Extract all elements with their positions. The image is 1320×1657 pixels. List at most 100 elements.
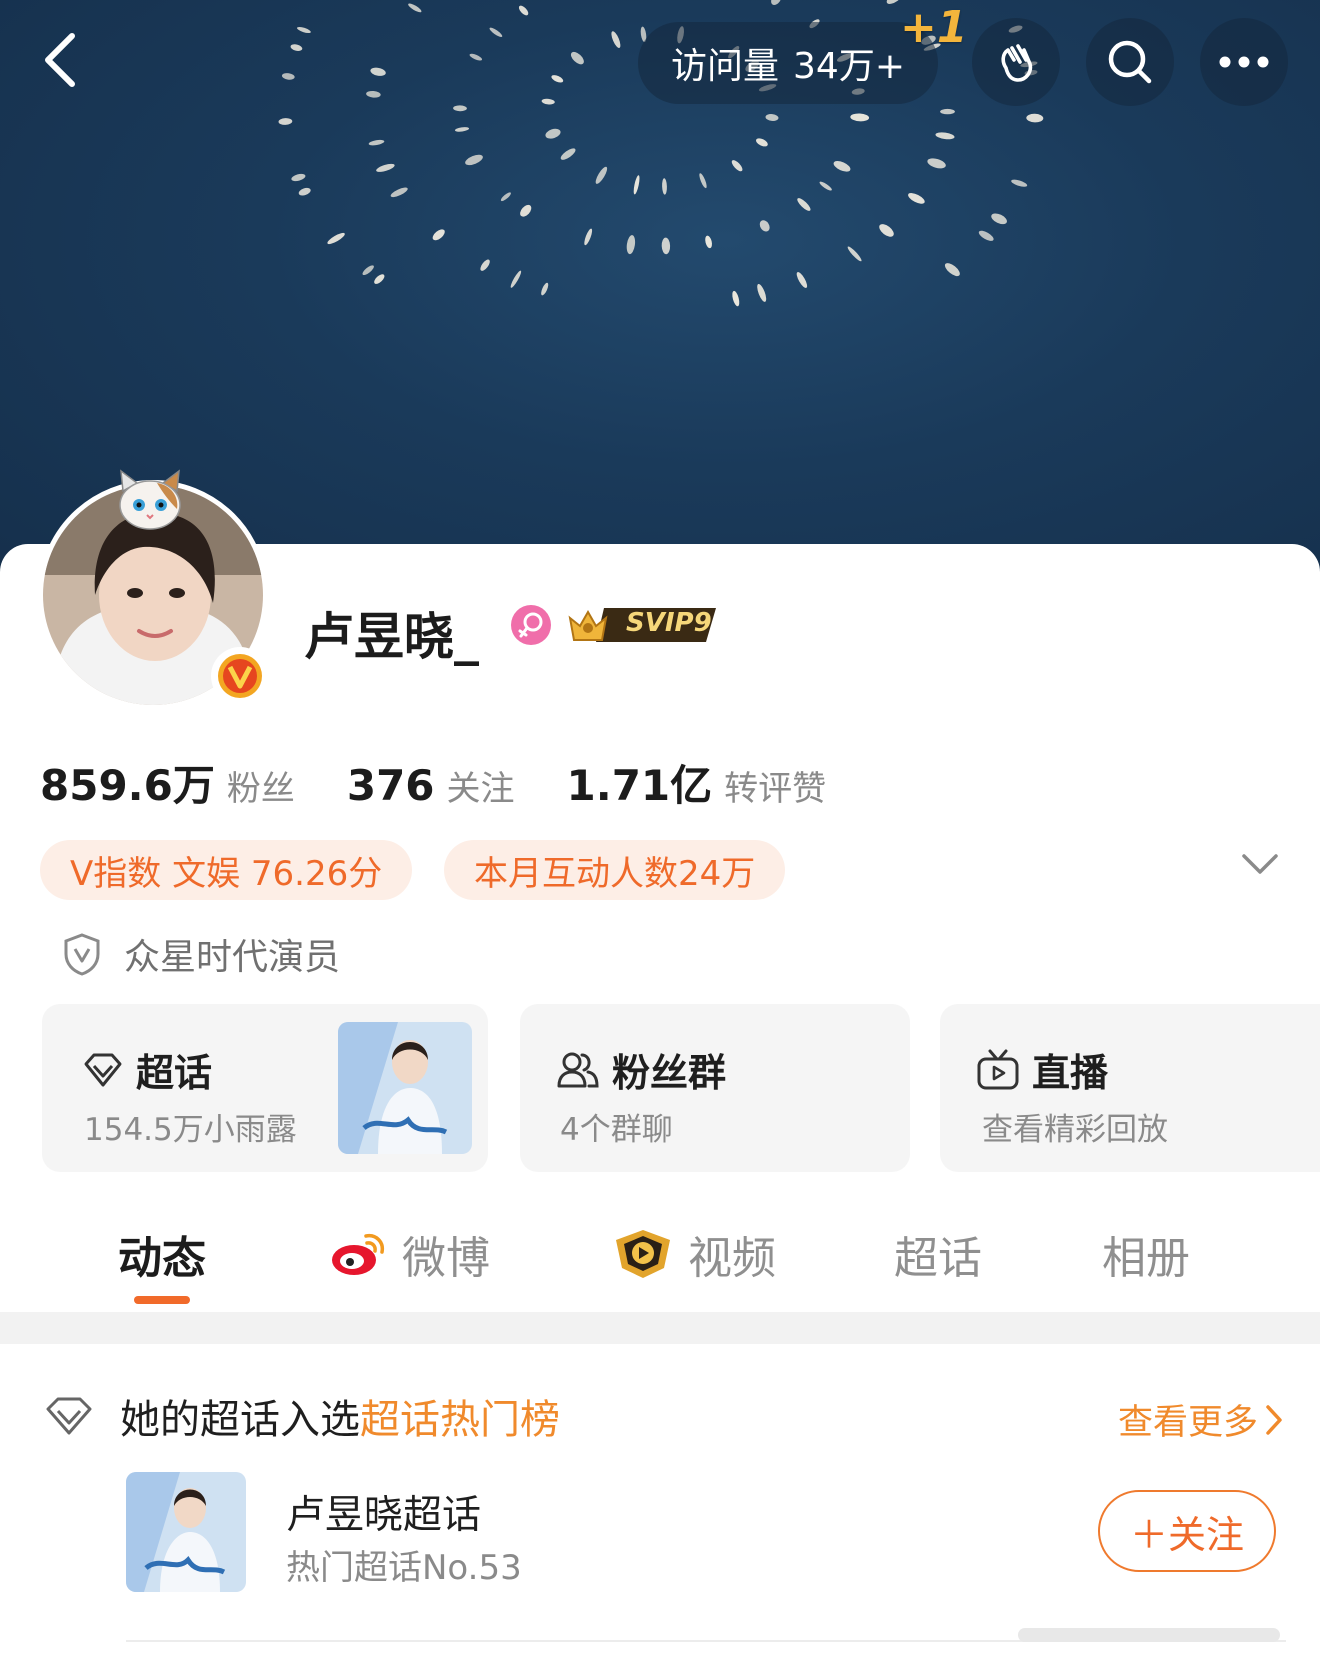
feature-title: 直播	[976, 1042, 1108, 1097]
confetti-petal	[390, 187, 408, 198]
diamond-icon	[46, 1397, 92, 1435]
confetti-petal	[545, 128, 561, 139]
confetti-petal	[819, 181, 832, 191]
visit-count-pill[interactable]: 访问量 34万+	[638, 22, 938, 104]
stat-value: 1.71亿	[566, 761, 713, 810]
confetti-petal	[541, 282, 549, 296]
home-indicator[interactable]	[1018, 1628, 1280, 1642]
monthly-interaction-tag[interactable]: 本月互动人数24万	[444, 840, 786, 900]
confetti-petal	[756, 138, 768, 147]
more-button[interactable]	[1200, 18, 1288, 106]
confetti-petal	[327, 232, 345, 245]
feature-subtitle: 4个群聊	[560, 1112, 673, 1148]
confetti-petal	[732, 290, 740, 307]
confetti-petal	[611, 31, 621, 48]
confetti-petal	[291, 173, 306, 182]
feature-subtitle: 查看精彩回放	[982, 1112, 1168, 1148]
diamond-icon	[84, 1053, 122, 1086]
tab-album[interactable]: 相册	[1102, 1222, 1190, 1286]
active-tab-indicator	[134, 1296, 190, 1304]
tab-label: 相册	[1102, 1233, 1190, 1284]
stat-interactions[interactable]: 1.71亿 转评赞	[567, 752, 827, 813]
confetti-petal	[510, 270, 522, 288]
confetti-petal	[595, 166, 608, 184]
clap-button[interactable]	[972, 18, 1060, 106]
shield-v-icon	[64, 933, 100, 976]
search-button[interactable]	[1086, 18, 1174, 106]
tab-video[interactable]: 视频	[612, 1222, 776, 1286]
confetti-petal	[454, 127, 470, 132]
tab-super-topic[interactable]: 超话	[894, 1222, 982, 1286]
rank-title-highlight[interactable]: 超话热门榜	[360, 1397, 560, 1443]
profile-name: 卢昱晓_	[304, 608, 479, 666]
confetti-petal	[541, 98, 555, 105]
topic-name[interactable]: 卢昱晓超话	[286, 1484, 481, 1540]
visit-plus-one-badge: +1	[900, 2, 968, 53]
confetti-petal	[662, 178, 667, 195]
section-divider	[0, 1312, 1320, 1344]
chevron-down-icon[interactable]	[1240, 852, 1280, 876]
confetti-petal	[771, 0, 782, 5]
feature-live[interactable]: 直播 查看精彩回放	[940, 1004, 1320, 1172]
svip-level-text: SVIP9	[626, 608, 712, 638]
chevron-left-icon	[45, 33, 75, 87]
confetti-petal	[991, 213, 1007, 225]
confetti-petal	[366, 90, 381, 98]
confetti-petal	[290, 44, 303, 51]
confetti-petal	[759, 220, 770, 232]
confetti-petal	[757, 283, 767, 302]
confetti-petal	[374, 274, 385, 284]
back-button[interactable]	[28, 28, 92, 92]
tab-label: 视频	[688, 1233, 776, 1284]
feature-fan-group[interactable]: 粉丝群 4个群聊	[520, 1004, 910, 1172]
feature-super-topic[interactable]: 超话 154.5万小雨露	[42, 1004, 488, 1172]
avatar[interactable]	[38, 469, 269, 710]
super-topic-rank-header: 她的超话入选超话热门榜 查看更多	[44, 1386, 1284, 1446]
stat-value: 376	[346, 761, 435, 810]
confetti-petal	[480, 259, 490, 271]
organization-row: 众星时代演员	[62, 928, 340, 980]
confetti-petal	[520, 204, 532, 217]
stat-following[interactable]: 376 关注	[347, 761, 515, 810]
confetti-petal	[489, 27, 503, 38]
see-more-text: 查看更多	[1117, 1403, 1258, 1443]
feature-title-text: 粉丝群	[612, 1051, 727, 1095]
clap-hand-icon	[1001, 44, 1033, 82]
confetti-petal	[944, 263, 960, 277]
confetti-petal	[298, 187, 311, 196]
tab-dynamic[interactable]: 动态	[118, 1222, 206, 1286]
organization-text: 众星时代演员	[124, 937, 341, 978]
stat-followers[interactable]: 859.6万 粉丝	[40, 752, 295, 813]
verified-v-badge	[211, 647, 269, 705]
confetti-petal	[408, 3, 422, 13]
tab-weibo[interactable]: 微博	[330, 1222, 490, 1286]
confetti-petal	[560, 148, 576, 160]
topic-rank: 热门超话No.53	[286, 1548, 522, 1588]
tv-icon	[977, 1049, 1019, 1089]
topic-thumbnail[interactable]	[126, 1472, 246, 1592]
profile-stats: 859.6万 粉丝 376 关注 1.71亿 转评赞	[40, 752, 878, 813]
tab-label: 超话	[894, 1233, 982, 1284]
confetti-petal	[879, 224, 894, 237]
v-index-tag[interactable]: V指数 文娱 76.26分	[40, 840, 413, 900]
cat-avatar-ornament-icon	[119, 469, 181, 530]
confetti-petal	[376, 163, 395, 172]
svip-badge[interactable]: SVIP9	[566, 600, 726, 648]
confetti-petal	[765, 114, 779, 121]
confetti-petal	[847, 246, 862, 262]
stat-label: 关注	[446, 769, 515, 809]
follow-button[interactable]: ＋关注	[1098, 1490, 1276, 1572]
confetti-petal	[551, 75, 564, 83]
see-more-link[interactable]: 查看更多	[1118, 1394, 1284, 1445]
confetti-petal	[797, 198, 811, 211]
stat-value: 859.6万	[40, 761, 215, 810]
weibo-logo-icon	[332, 1233, 385, 1275]
confetti-petal	[978, 230, 994, 241]
confetti-petal	[469, 53, 483, 61]
confetti-petal	[661, 237, 671, 255]
confetti-petal	[281, 73, 295, 80]
confetti-petal	[370, 67, 386, 76]
rank-title: 她的超话入选超话热门榜	[120, 1387, 560, 1445]
confetti-petal	[362, 265, 374, 276]
visit-count-value: 34万+	[793, 46, 905, 87]
